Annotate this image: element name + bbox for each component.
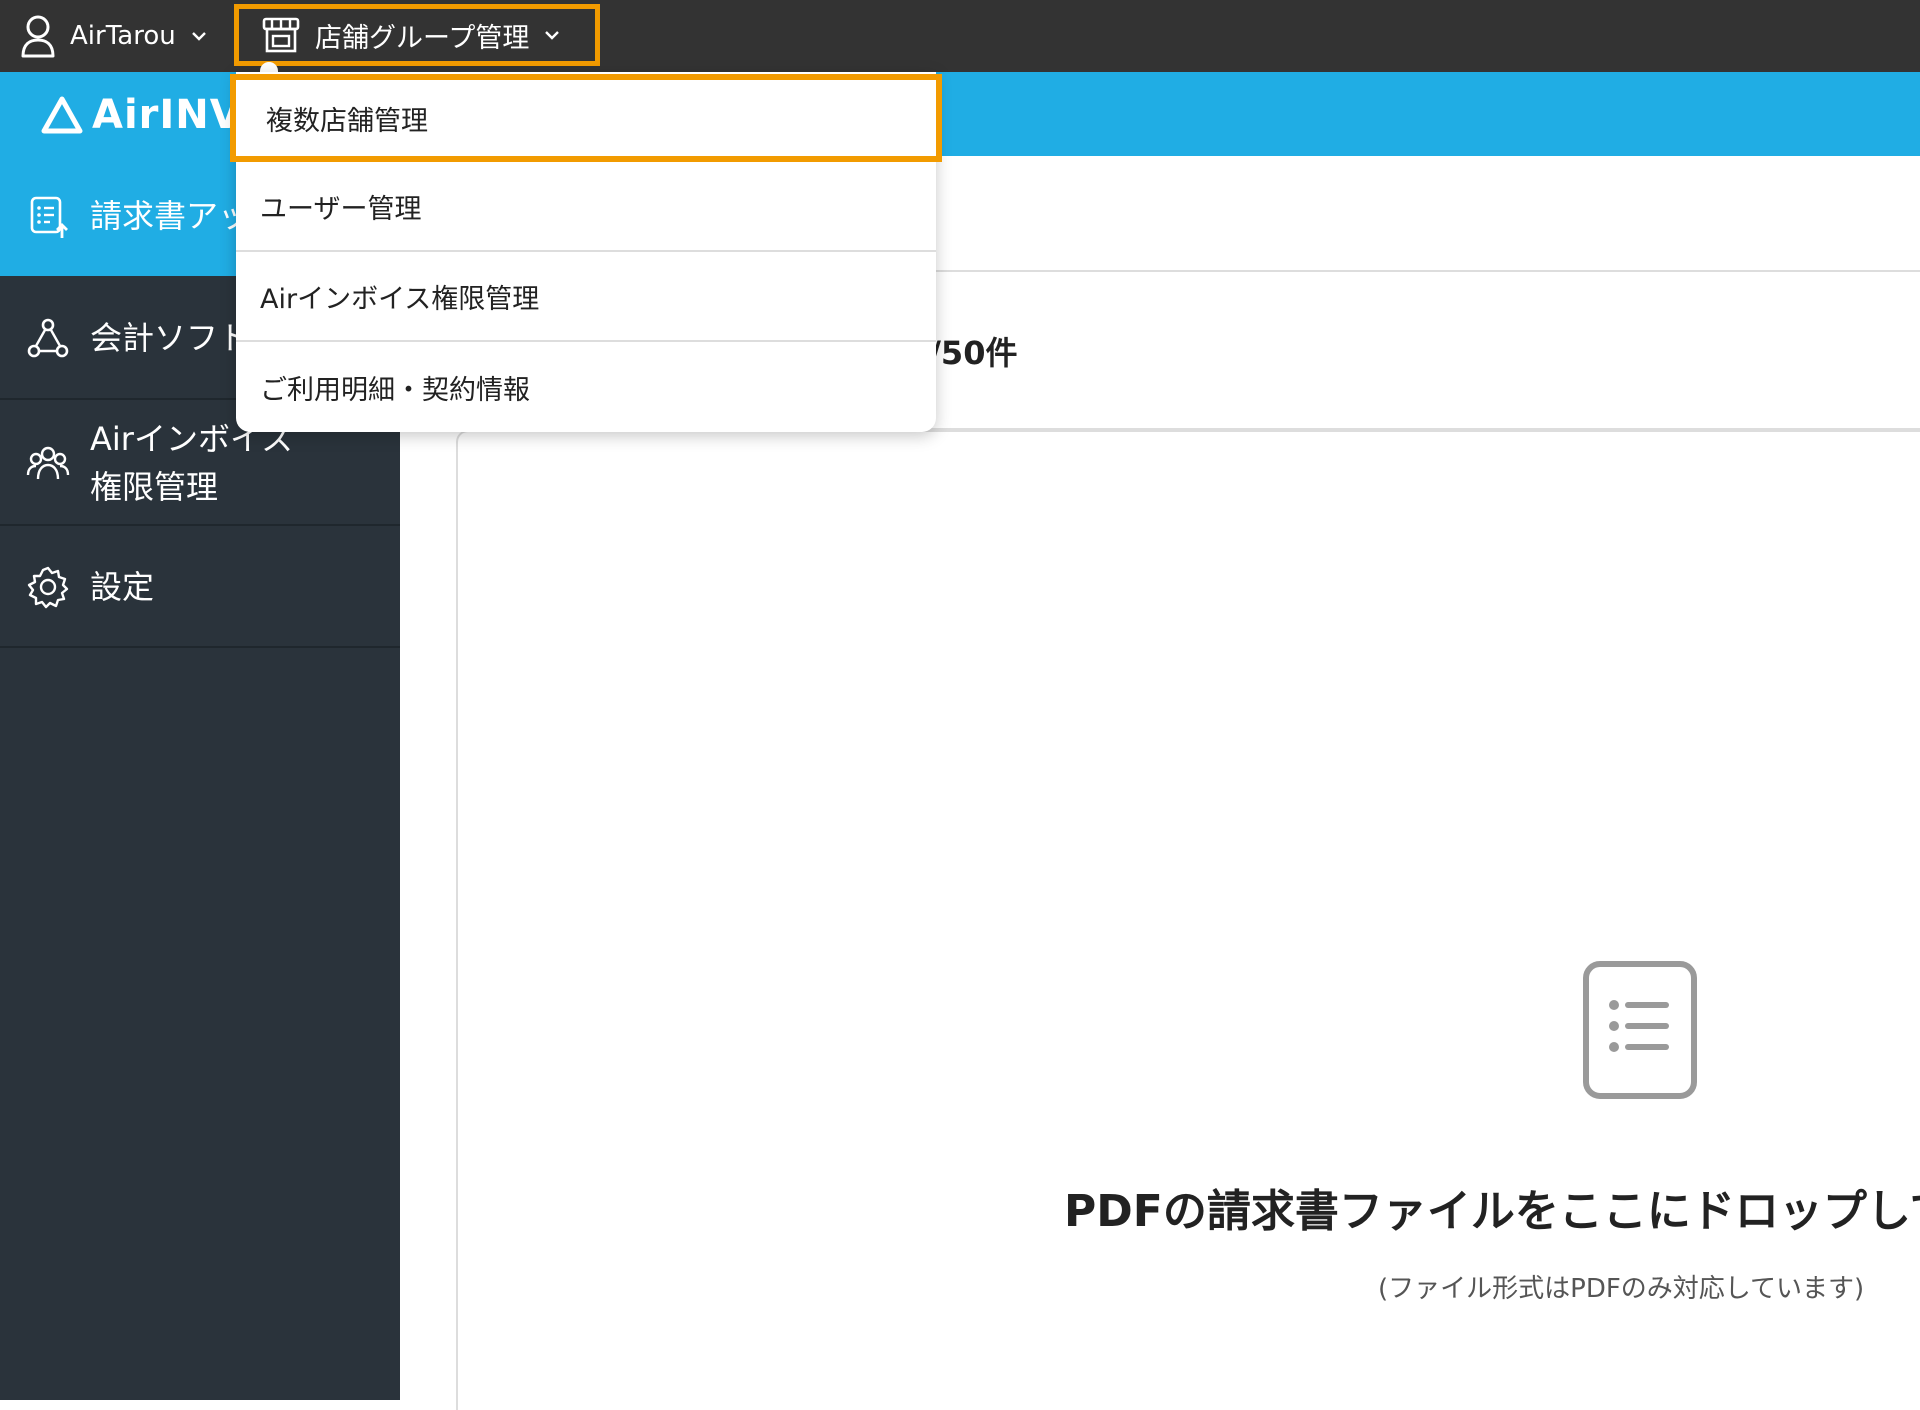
menu-item-permission-management[interactable]: Airインボイス権限管理 [236, 252, 936, 342]
document-list-icon [1583, 961, 1697, 1099]
menu-item-user-management[interactable]: ユーザー管理 [236, 162, 936, 252]
user-icon [21, 15, 55, 58]
invoice-upload-icon [30, 196, 68, 238]
drop-zone-note: (ファイル形式はPDFのみ対応しています) [1378, 1274, 1865, 1304]
users-icon [26, 446, 70, 480]
store-icon [262, 17, 300, 53]
user-menu[interactable]: AirTarou [20, 12, 208, 60]
store-group-menu-button[interactable]: 店舗グループ管理 [234, 4, 600, 66]
menu-item-label: ユーザー管理 [260, 193, 422, 225]
top-bar: AirTarou 店舗グループ管理 [0, 0, 1920, 72]
chevron-down-icon [545, 31, 560, 40]
store-group-dropdown: 複数店舗管理 ユーザー管理 Airインボイス権限管理 ご利用明細・契約情報 [230, 72, 942, 432]
chevron-down-icon [191, 32, 206, 41]
gear-icon [27, 566, 69, 609]
menu-item-billing-contract[interactable]: ご利用明細・契約情報 [236, 342, 936, 432]
counter-max: /50件 [929, 334, 1018, 372]
menu-item-label: Airインボイス権限管理 [260, 283, 540, 315]
menu-item-label: 複数店舗管理 [266, 105, 428, 137]
logo-mark-icon [41, 96, 83, 134]
pdf-drop-zone[interactable] [456, 430, 1920, 1410]
sidebar-item-label: 設定 [90, 568, 155, 606]
menu-item-multi-store[interactable]: 複数店舗管理 [230, 74, 942, 162]
drop-zone-title: PDFの請求書ファイルをここにドロップして [1064, 1186, 1920, 1237]
sidebar-item-settings[interactable]: 設定 [0, 528, 400, 648]
store-group-label: 店舗グループ管理 [315, 22, 530, 54]
menu-item-label: ご利用明細・契約情報 [260, 374, 530, 406]
network-icon [27, 318, 69, 358]
user-name: AirTarou [70, 21, 176, 51]
